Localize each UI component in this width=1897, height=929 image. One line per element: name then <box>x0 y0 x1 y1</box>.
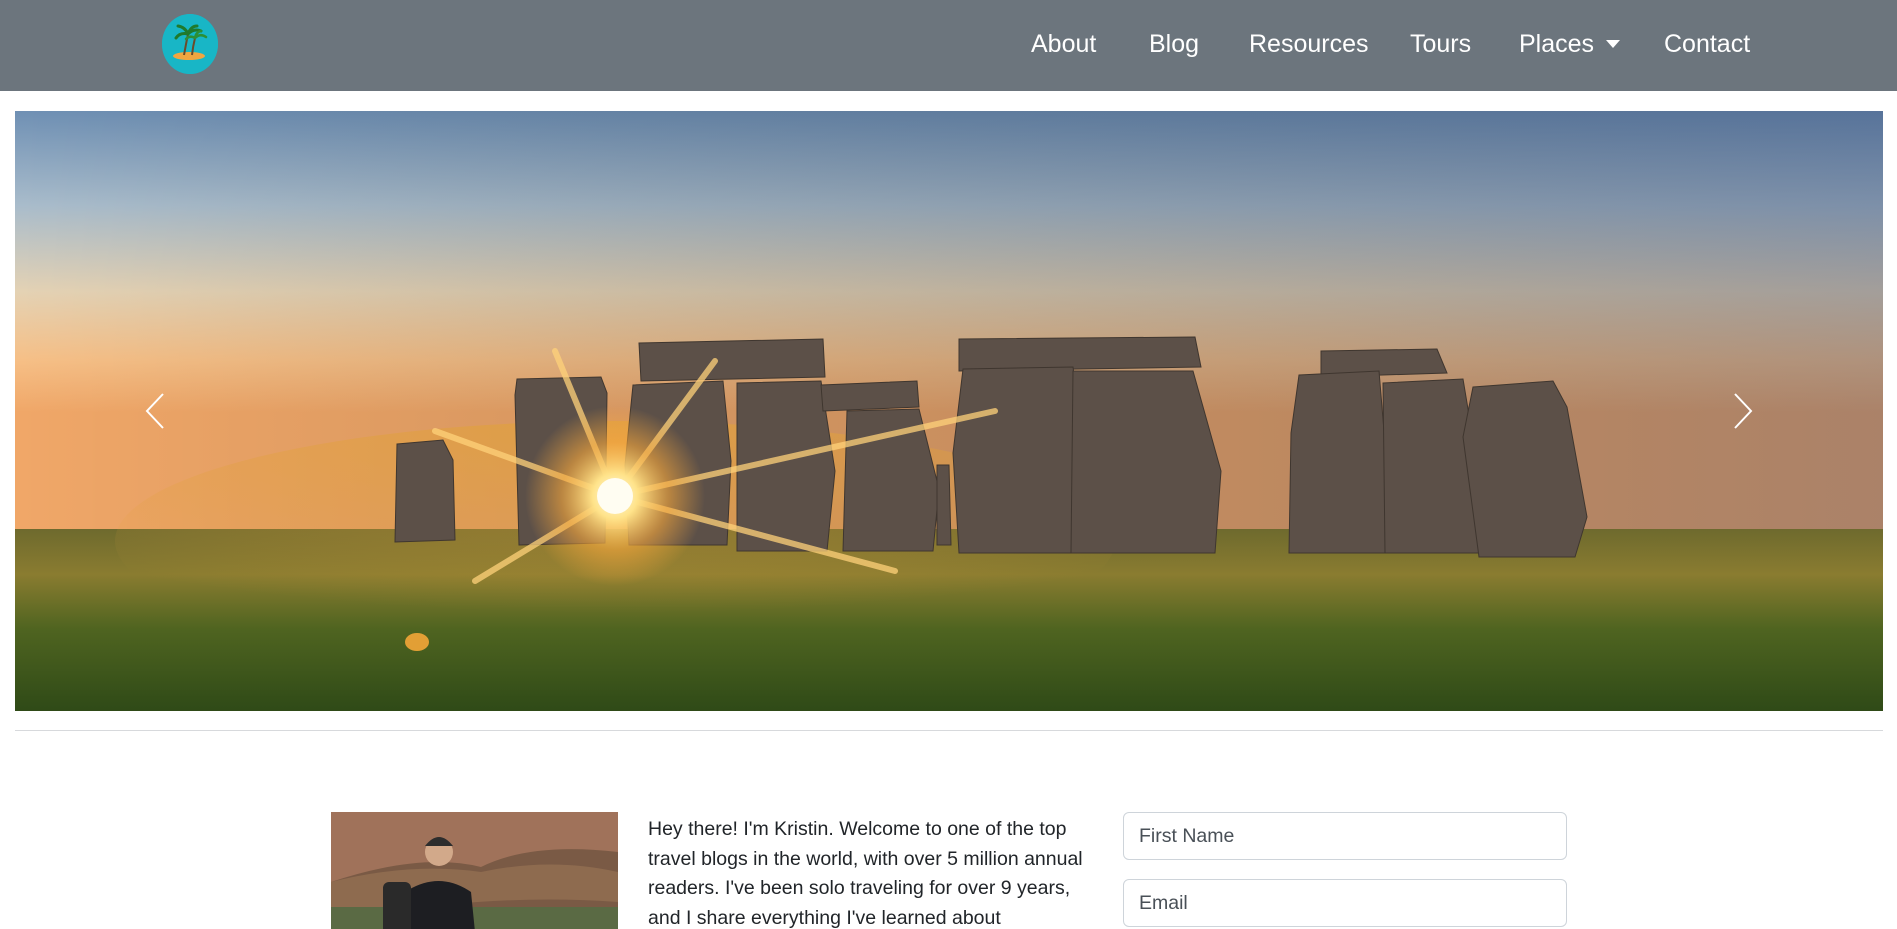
first-name-field[interactable] <box>1123 812 1567 860</box>
email-field[interactable] <box>1123 879 1567 927</box>
caret-down-icon <box>1606 40 1621 48</box>
nav-link-contact[interactable]: Contact <box>1664 30 1750 59</box>
navbar: About Blog Resources Tours Places Contac… <box>0 0 1897 91</box>
nav-link-tours[interactable]: Tours <box>1410 30 1471 59</box>
carousel-next-button[interactable] <box>1683 111 1803 711</box>
nav-link-resources[interactable]: Resources <box>1249 30 1369 59</box>
nav-link-places-label: Places <box>1519 30 1595 58</box>
nav-dropdown-places[interactable]: Places <box>1519 30 1621 59</box>
section-divider <box>15 730 1883 731</box>
nav-link-about[interactable]: About <box>1031 30 1096 59</box>
hiker-portrait-photo <box>331 812 618 929</box>
carousel-prev-button[interactable] <box>95 111 215 711</box>
nav-link-blog[interactable]: Blog <box>1149 30 1199 59</box>
hero-carousel <box>15 111 1883 711</box>
stonehenge-sunset-photo <box>15 111 1883 711</box>
chevron-right-icon <box>1734 393 1753 429</box>
intro-paragraph: Hey there! I'm Kristin. Welcome to one o… <box>648 818 1083 929</box>
nav-links: About Blog Resources Tours Places Contac… <box>0 0 1897 91</box>
chevron-left-icon <box>145 393 164 429</box>
